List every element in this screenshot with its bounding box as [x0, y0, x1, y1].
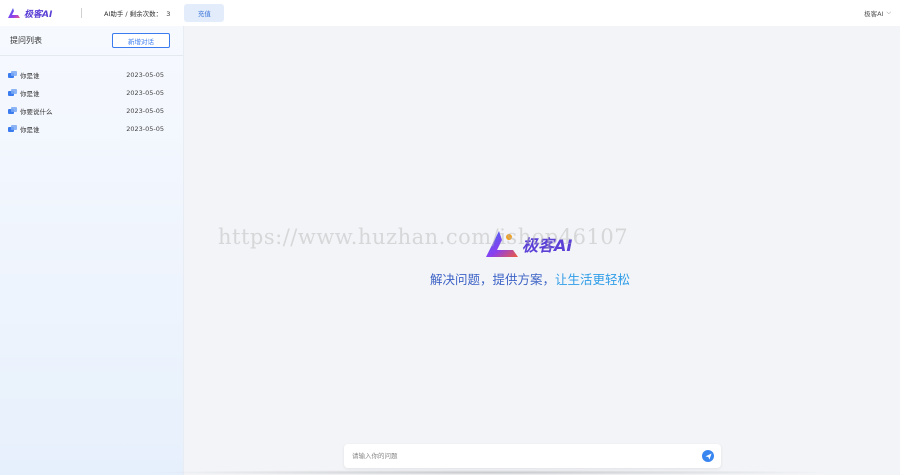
chat-bubble-icon: [8, 71, 18, 79]
top-bar: 极客AI AI助手 / 剩余次数： 3 充值 极客AI ⌵: [0, 0, 900, 26]
conversation-date: 2023-05-05: [126, 89, 164, 97]
conversation-date: 2023-05-05: [126, 125, 164, 133]
bottom-shadow: [140, 470, 840, 475]
sidebar-header: 提问列表 新增对话: [0, 26, 183, 56]
conversation-item[interactable]: 你是谁 2023-05-05: [0, 120, 183, 138]
hero-brand-name: 极客AI: [522, 236, 573, 255]
conversation-title: 你是谁: [20, 90, 40, 98]
hero-logo: 极客AI: [484, 229, 572, 259]
chevron-down-icon: ⌵: [886, 9, 891, 16]
conversation-item[interactable]: 你是谁 2023-05-05: [0, 84, 183, 102]
new-chat-button[interactable]: 新增对话: [112, 33, 170, 48]
user-label: 极客AI: [864, 10, 884, 18]
brand-name: 极客AI: [24, 9, 53, 20]
slogan: 解决问题，提供方案，让生活更轻松: [430, 269, 630, 288]
conversation-item[interactable]: 你要说什么 2023-05-05: [0, 102, 183, 120]
send-button[interactable]: [702, 450, 714, 462]
conversation-title: 你是谁: [20, 72, 40, 80]
slogan-part1: 解决问题，提供方案，: [430, 272, 556, 287]
triangle-logo-icon: [8, 8, 20, 18]
user-menu[interactable]: 极客AI ⌵: [864, 8, 891, 18]
brand-logo[interactable]: 极客AI: [7, 7, 67, 20]
slogan-part2: 让生活更轻松: [555, 272, 631, 287]
recharge-button[interactable]: 充值: [184, 4, 225, 22]
conversation-date: 2023-05-05: [126, 71, 164, 79]
conversation-title: 你是谁: [20, 126, 40, 134]
chat-bubble-icon: [8, 107, 18, 115]
quota-info: AI助手 / 剩余次数： 3: [104, 8, 170, 18]
quota-label: AI助手 / 剩余次数：: [104, 10, 163, 18]
conversation-date: 2023-05-05: [126, 107, 164, 115]
header-divider: [81, 8, 82, 18]
sidebar-title: 提问列表: [10, 36, 42, 45]
conversation-item[interactable]: 你是谁 2023-05-05: [0, 66, 183, 84]
chat-main: 极客AI 解决问题，提供方案，让生活更轻松 https://www.huzhan…: [184, 26, 900, 475]
chat-bubble-icon: [8, 89, 18, 97]
chat-bubble-icon: [8, 125, 18, 133]
triangle-logo-icon: [486, 231, 518, 257]
quota-count: 3: [166, 10, 171, 18]
question-input-bar: [344, 444, 721, 468]
sidebar: 提问列表 新增对话 你是谁 2023-05-05 你是谁 2023-05-05 …: [0, 26, 184, 475]
conversation-list: 你是谁 2023-05-05 你是谁 2023-05-05 你要说什么 2023…: [0, 66, 183, 138]
question-input[interactable]: [352, 452, 702, 460]
conversation-title: 你要说什么: [20, 108, 53, 116]
send-plane-icon: [704, 452, 712, 460]
